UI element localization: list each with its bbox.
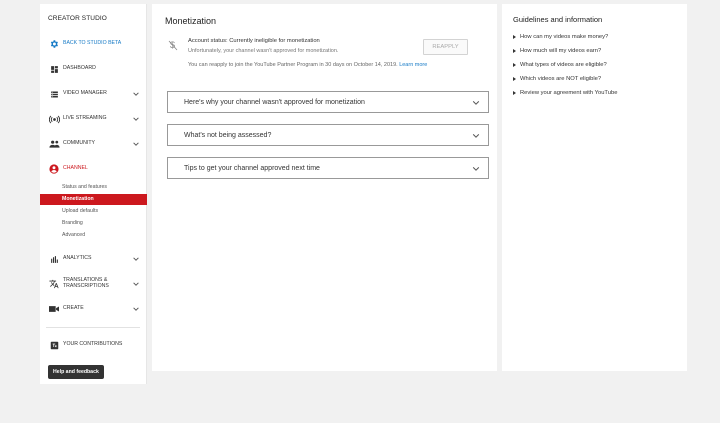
sidebar-item-your-contributions[interactable]: YOUR CONTRIBUTIONS — [40, 336, 147, 354]
back-to-studio-beta-link[interactable]: BACK TO STUDIO BETA — [40, 35, 147, 53]
sidebar-divider — [46, 327, 140, 328]
account-status: Account status: Currently ineligible for… — [188, 38, 320, 44]
guidelines-panel: Guidelines and information How can my vi… — [502, 4, 687, 371]
guideline-link[interactable]: How can my videos make money? — [513, 34, 608, 40]
guideline-link[interactable]: Review your agreement with YouTube — [513, 90, 617, 96]
chevron-down-icon[interactable] — [132, 305, 140, 313]
accordion-label: Tips to get your channel approved next t… — [184, 164, 320, 172]
chevron-down-icon — [472, 134, 480, 138]
sidebar-item-label: CHANNEL — [63, 165, 88, 172]
sidebar-item-channel[interactable]: CHANNEL — [40, 160, 147, 178]
guideline-link-label: What types of videos are eligible? — [520, 62, 607, 68]
sidebar-item-analytics[interactable]: ANALYTICS — [40, 250, 147, 268]
sidebar-item-create[interactable]: CREATE — [40, 300, 147, 318]
sidebar-item-label: DASHBOARD — [63, 65, 96, 72]
sidebar-item-label: CREATE — [63, 305, 84, 312]
accordion-not-assessed[interactable]: What's not being assessed? — [167, 124, 489, 146]
reapply-button[interactable]: REAPPLY — [423, 39, 468, 55]
triangle-right-icon — [513, 91, 516, 95]
guideline-link[interactable]: Which videos are NOT eligible? — [513, 76, 601, 82]
sidebar-item-community[interactable]: COMMUNITY — [40, 135, 147, 153]
account-status-detail: Unfortunately, your channel wasn't appro… — [188, 48, 339, 54]
guideline-link-label: Review your agreement with YouTube — [520, 90, 618, 96]
help-and-feedback-button[interactable]: Help and feedback — [48, 365, 104, 379]
triangle-right-icon — [513, 49, 516, 53]
reapply-note-text: You can reapply to join the YouTube Part… — [188, 62, 398, 68]
sidebar-title: CREATOR STUDIO — [48, 15, 107, 22]
reapply-note: You can reapply to join the YouTube Part… — [188, 62, 427, 68]
accordion-why-not-approved[interactable]: Here's why your channel wasn't approved … — [167, 91, 489, 113]
triangle-right-icon — [513, 77, 516, 81]
sidebar-item-live-streaming[interactable]: LIVE STREAMING — [40, 110, 147, 128]
sidebar-subitem-branding[interactable]: Branding — [40, 218, 147, 229]
sidebar-item-label: TRANSLATIONS & TRANSCRIPTIONS — [63, 277, 109, 289]
dashboard-icon — [47, 62, 61, 76]
chevron-down-icon — [472, 101, 480, 105]
no-money-icon: $ — [168, 40, 178, 51]
triangle-right-icon — [513, 63, 516, 67]
chevron-down-icon[interactable] — [132, 115, 140, 123]
analytics-icon — [47, 252, 61, 266]
monetization-panel: Monetization $ Account status: Currently… — [152, 4, 497, 371]
triangle-right-icon — [513, 35, 516, 39]
live-streaming-icon — [47, 112, 61, 126]
sidebar-subitem-advanced[interactable]: Advanced — [40, 230, 147, 241]
chevron-down-icon[interactable] — [132, 280, 140, 288]
chevron-down-icon[interactable] — [132, 90, 140, 98]
sidebar-item-label: LIVE STREAMING — [63, 115, 107, 122]
guideline-link[interactable]: How much will my videos earn? — [513, 48, 601, 54]
sidebar-item-translations[interactable]: TRANSLATIONS & TRANSCRIPTIONS — [40, 275, 147, 293]
guideline-link-label: Which videos are NOT eligible? — [520, 76, 602, 82]
guideline-link-label: How much will my videos earn? — [520, 48, 602, 54]
gear-icon — [47, 37, 61, 51]
accordion-label: Here's why your channel wasn't approved … — [184, 98, 365, 106]
sidebar-item-label: YOUR CONTRIBUTIONS — [63, 341, 123, 348]
sidebar-item-dashboard[interactable]: DASHBOARD — [40, 60, 147, 78]
chevron-down-icon[interactable] — [132, 140, 140, 148]
page-title: Monetization — [165, 16, 217, 26]
chevron-down-icon — [472, 167, 480, 171]
chevron-down-icon[interactable] — [132, 255, 140, 263]
sidebar-item-label: ANALYTICS — [63, 255, 92, 262]
sidebar-subitem-monetization[interactable]: Monetization — [40, 194, 147, 205]
accordion-tips[interactable]: Tips to get your channel approved next t… — [167, 157, 489, 179]
sidebar-item-label: VIDEO MANAGER — [63, 90, 107, 97]
guidelines-title: Guidelines and information — [513, 15, 603, 24]
sidebar: CREATOR STUDIO BACK TO STUDIO BETA DASHB… — [40, 4, 147, 384]
translate-icon — [47, 277, 61, 291]
learn-more-link[interactable]: Learn more — [399, 62, 427, 68]
account-circle-icon — [47, 162, 61, 176]
contributions-icon — [47, 338, 61, 352]
sidebar-item-label: COMMUNITY — [63, 140, 95, 147]
video-camera-icon — [47, 302, 61, 316]
sidebar-subitem-status-and-features[interactable]: Status and features — [40, 182, 147, 193]
back-to-studio-beta-label: BACK TO STUDIO BETA — [63, 40, 122, 47]
accordion-label: What's not being assessed? — [184, 131, 272, 139]
video-manager-icon — [47, 87, 61, 101]
sidebar-subitem-upload-defaults[interactable]: Upload defaults — [40, 206, 147, 217]
guideline-link-label: How can my videos make money? — [520, 34, 609, 40]
sidebar-item-video-manager[interactable]: VIDEO MANAGER — [40, 85, 147, 103]
guideline-link[interactable]: What types of videos are eligible? — [513, 62, 607, 68]
community-icon — [47, 137, 61, 151]
